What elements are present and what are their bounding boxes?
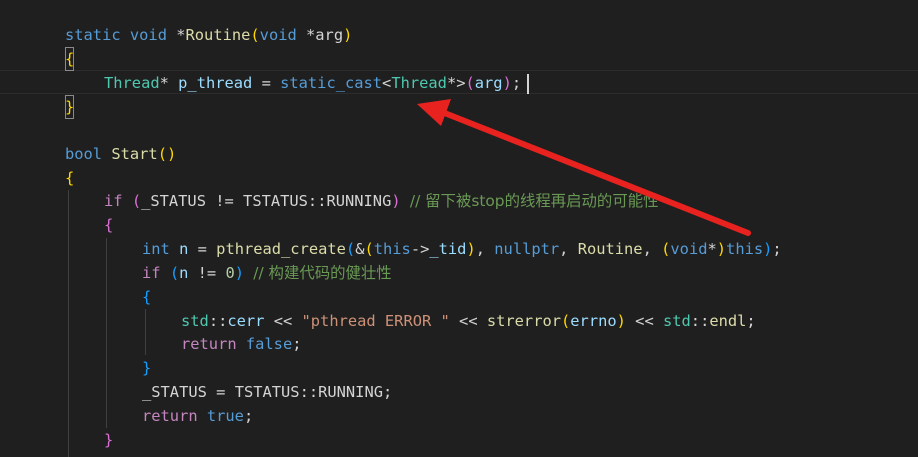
arrow-head — [417, 99, 451, 126]
code-editor[interactable]: static void *Routine(void *arg) { Thread… — [0, 0, 918, 457]
annotation-arrow — [417, 99, 751, 236]
arrow-shaft — [439, 109, 751, 236]
